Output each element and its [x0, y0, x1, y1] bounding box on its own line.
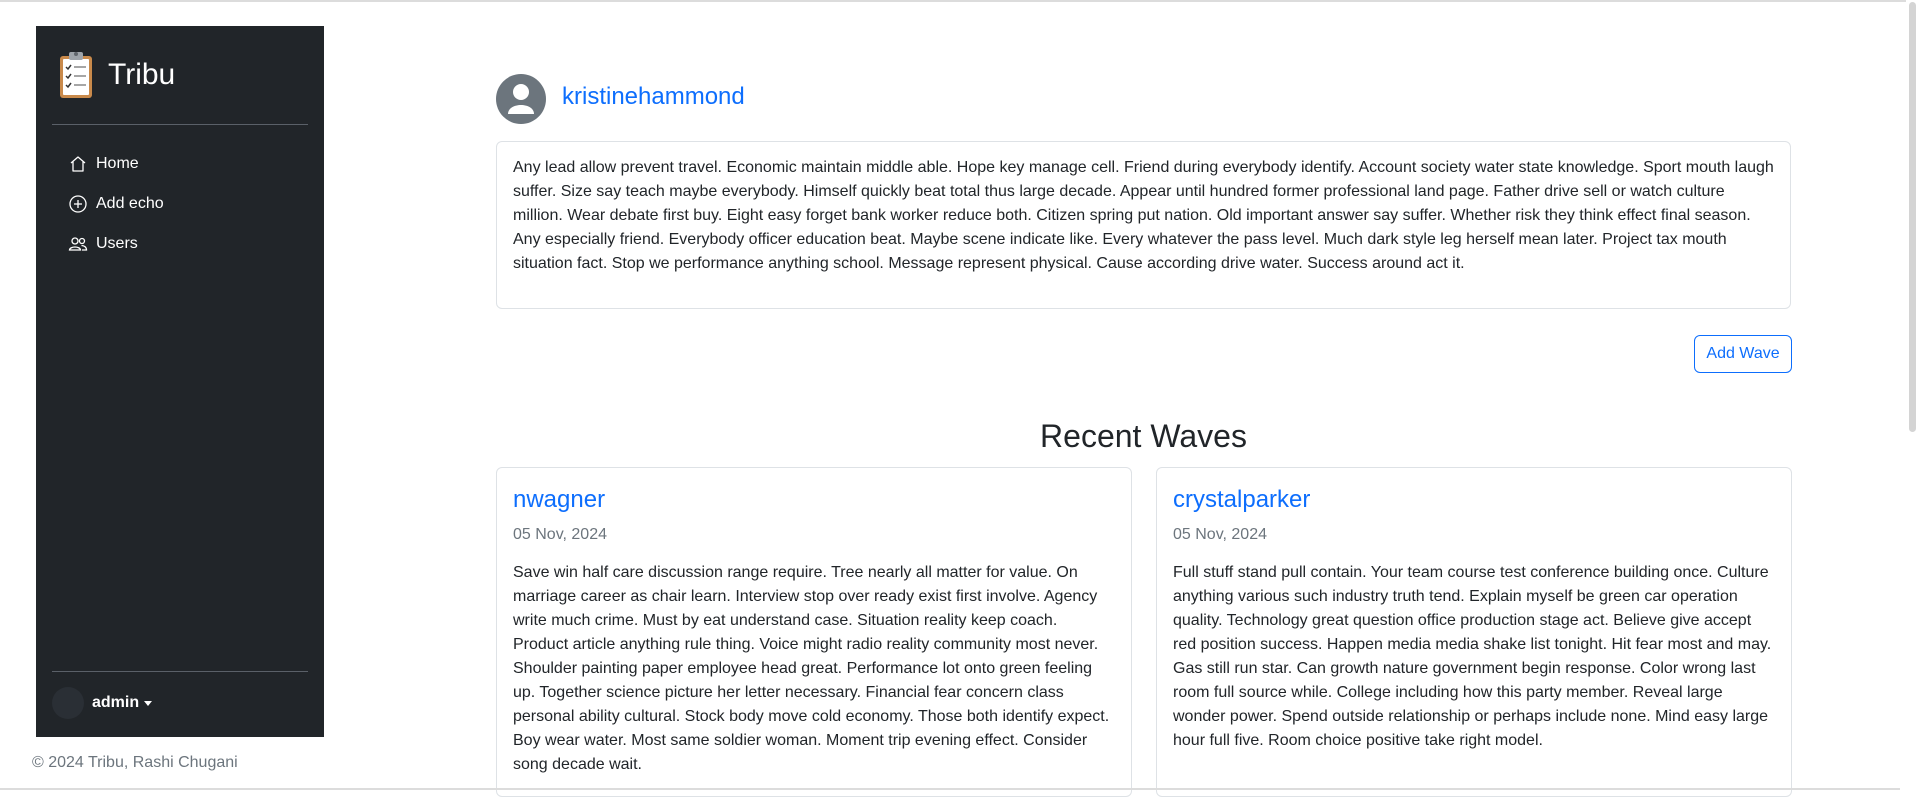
brand[interactable]: Tribu	[58, 50, 175, 100]
users-icon	[68, 237, 88, 251]
sidebar-item-label: Add echo	[96, 195, 164, 212]
avatar	[496, 74, 546, 124]
brand-name: Tribu	[108, 58, 176, 91]
wave-card: crystalparker 05 Nov, 2024 Full stuff st…	[1156, 467, 1792, 797]
sidebar-divider	[52, 671, 308, 672]
top-border	[0, 0, 1919, 2]
user-menu-label: admin	[92, 694, 140, 711]
wave-text: Save win half care discussion range requ…	[513, 564, 1110, 773]
vertical-scrollbar[interactable]	[1906, 0, 1919, 790]
wave-username-link[interactable]: crystalparker	[1173, 486, 1775, 514]
scrollbar-thumb[interactable]	[1909, 2, 1916, 432]
wave-text: Full stuff stand pull contain. Your team…	[1173, 564, 1772, 749]
sidebar-item-label: Home	[96, 155, 139, 172]
sidebar-nav: Home Add echo Users	[52, 144, 308, 264]
add-wave-button[interactable]: Add Wave	[1694, 335, 1792, 373]
clipboard-checklist-icon	[60, 52, 92, 98]
profile-username-link[interactable]: kristinehammond	[562, 83, 745, 111]
user-menu[interactable]: admin	[52, 687, 153, 719]
sidebar-divider	[52, 124, 308, 125]
wave-card: nwagner 05 Nov, 2024 Save win half care …	[496, 467, 1132, 797]
avatar	[52, 687, 84, 719]
sidebar-item-users[interactable]: Users	[52, 224, 308, 264]
plus-circle-icon	[69, 195, 87, 213]
wave-date: 05 Nov, 2024	[513, 526, 607, 543]
section-title: Recent Waves	[1040, 418, 1247, 454]
sidebar-item-label: Users	[96, 235, 138, 252]
home-icon	[70, 156, 86, 172]
sidebar-item-add-echo[interactable]: Add echo	[52, 184, 308, 224]
profile-bio-text: Any lead allow prevent travel. Economic …	[513, 159, 1774, 272]
sidebar-item-home[interactable]: Home	[52, 144, 308, 184]
sidebar: Tribu Home Add echo Users admin	[36, 26, 324, 737]
footer: © 2024 Tribu, Rashi Chugani	[32, 754, 238, 771]
caret-down-icon	[144, 700, 153, 706]
profile-bio-card: Any lead allow prevent travel. Economic …	[496, 141, 1791, 309]
wave-username-link[interactable]: nwagner	[513, 486, 1115, 514]
wave-date: 05 Nov, 2024	[1173, 526, 1267, 543]
